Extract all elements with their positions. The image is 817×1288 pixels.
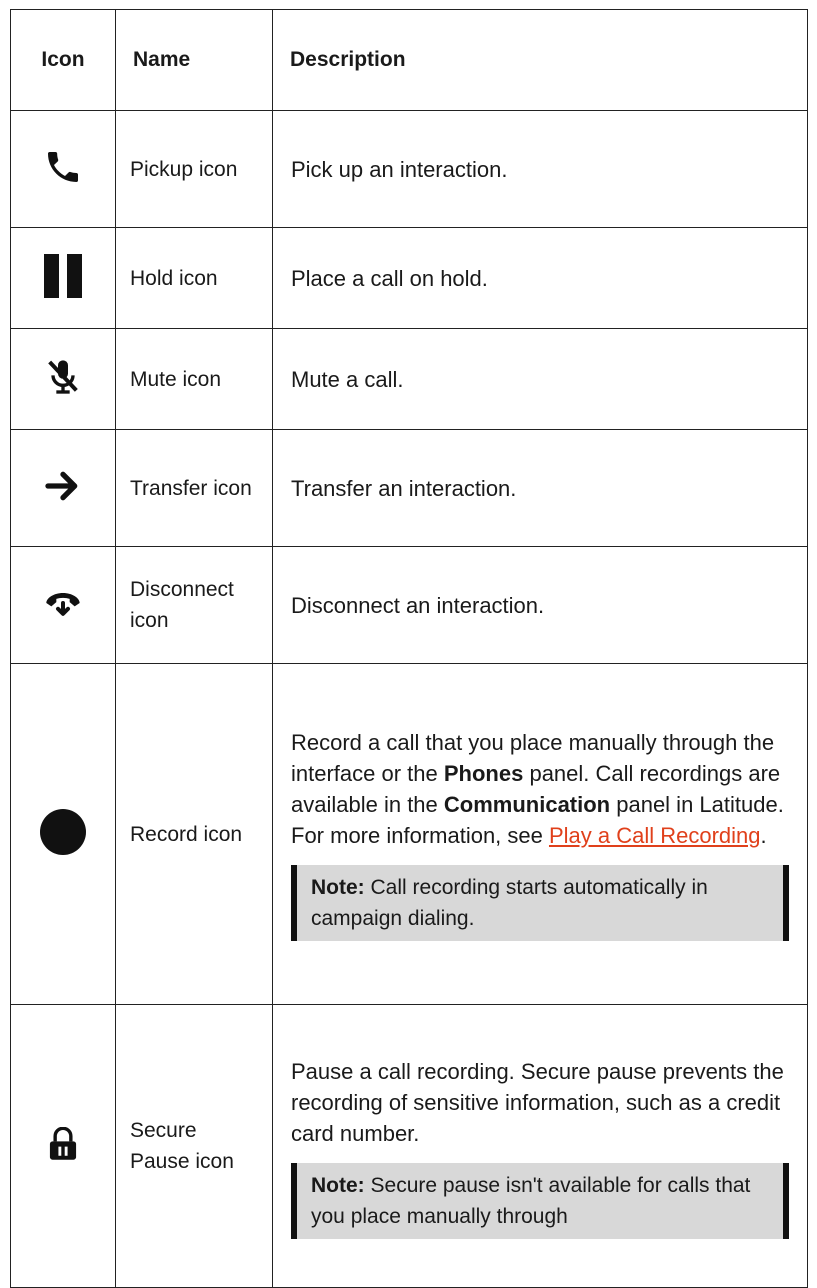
- table-row: Disconnect icon Disconnect an interactio…: [10, 546, 808, 664]
- table-row: Pickup icon Pick up an interaction.: [10, 110, 808, 228]
- transfer-description: Transfer an interaction.: [272, 429, 808, 547]
- phone-icon: [43, 147, 83, 192]
- table-row: Record icon Record a call that you place…: [10, 663, 808, 1005]
- transfer-name: Transfer icon: [115, 429, 273, 547]
- header-description: Description: [272, 9, 808, 111]
- table-row: Transfer icon Transfer an interaction.: [10, 429, 808, 547]
- mute-description: Mute a call.: [272, 328, 808, 430]
- record-description-text: Record a call that you place manually th…: [291, 730, 784, 848]
- secure-pause-description: Pause a call recording. Secure pause pre…: [272, 1004, 808, 1288]
- icon-reference-table: Icon Name Description Pickup icon Pick u…: [10, 9, 808, 1288]
- play-call-recording-link[interactable]: Play a Call Recording: [549, 823, 761, 848]
- header-name: Name: [115, 9, 273, 111]
- phones-panel-label: Phones: [443, 761, 524, 786]
- arrow-right-icon: [43, 466, 83, 511]
- mute-name: Mute icon: [115, 328, 273, 430]
- communication-panel-label: Communication: [443, 792, 611, 817]
- secure-pause-note: Note: Secure pause isn't available for c…: [291, 1162, 789, 1239]
- record-description: Record a call that you place manually th…: [272, 663, 808, 1005]
- pickup-name: Pickup icon: [115, 110, 273, 228]
- record-note: Note: Call recording starts automaticall…: [291, 865, 789, 941]
- pickup-description: Pick up an interaction.: [272, 110, 808, 228]
- hold-name: Hold icon: [115, 227, 273, 329]
- hold-description: Place a call on hold.: [272, 227, 808, 329]
- table-row: Mute icon Mute a call.: [10, 328, 808, 430]
- disconnect-name: Disconnect icon: [115, 546, 273, 664]
- header-icon: Icon: [10, 9, 116, 111]
- disconnect-description: Disconnect an interaction.: [272, 546, 808, 664]
- lock-icon: [47, 1126, 79, 1166]
- table-row: Secure Pause icon Pause a call recording…: [10, 1004, 808, 1288]
- phone-hangup-icon: [43, 583, 83, 628]
- record-name: Record icon: [115, 663, 273, 1005]
- secure-pause-description-text: Pause a call recording. Secure pause pre…: [291, 1058, 784, 1146]
- table-row: Hold icon Place a call on hold.: [10, 227, 808, 329]
- table-header-row: Icon Name Description: [10, 9, 808, 111]
- microphone-slash-icon: [43, 357, 83, 402]
- record-circle-icon: [39, 808, 87, 861]
- pause-icon: [43, 253, 83, 304]
- secure-pause-name: Secure Pause icon: [115, 1004, 273, 1288]
